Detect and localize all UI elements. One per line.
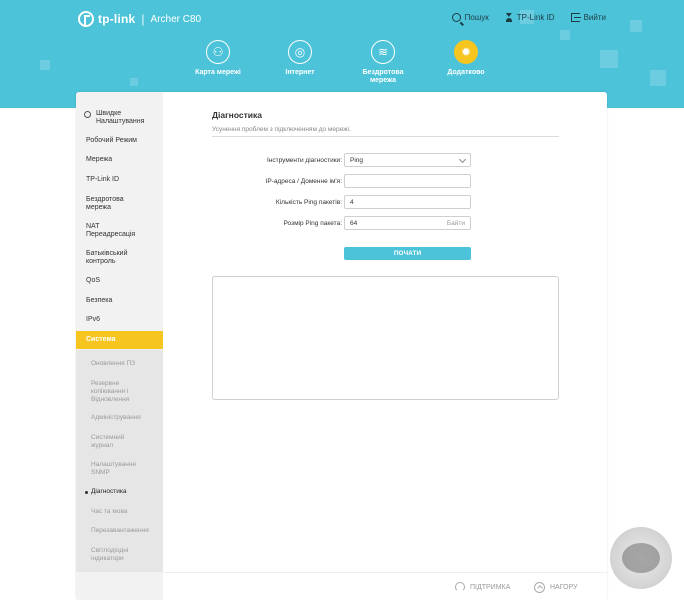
- ping-size-input[interactable]: 64 Байти: [344, 216, 471, 230]
- sidebar-item-label: IPv6: [86, 316, 101, 323]
- sidebar-item-network[interactable]: Мережа: [76, 156, 163, 164]
- nav-label: Додатково: [447, 69, 485, 76]
- submenu-item-reboot[interactable]: Перезавантаження: [76, 527, 163, 535]
- submenu-item-label: Резервне копіювання і Відновлення: [91, 380, 130, 403]
- nav-advanced[interactable]: ✹ Додатково: [421, 40, 511, 77]
- nav-label: Бездротова мережа: [362, 69, 404, 84]
- submenu-item-label: Оновлення ПЗ: [91, 360, 136, 367]
- tp-link-id-link[interactable]: TP-Link ID: [505, 13, 555, 22]
- sidebar-item-system[interactable]: Система: [76, 331, 163, 349]
- nav-label: Інтернет: [285, 69, 315, 76]
- sidebar-item-label: Мережа: [86, 156, 113, 163]
- sidebar-item-label: QoS: [86, 277, 101, 284]
- ping-size-value: 64: [350, 220, 358, 227]
- sidebar-item-label: TP-Link ID: [86, 176, 120, 183]
- decor-pixel: [630, 20, 642, 32]
- ping-count-label: Кількість Ping пакетів:: [275, 199, 342, 206]
- diagnostic-tool-select[interactable]: Ping: [344, 153, 471, 167]
- diagnostic-output-box[interactable]: [212, 276, 559, 400]
- tp-link-id-label: TP-Link ID: [516, 13, 555, 22]
- submenu-item-label: Налаштування SNMP: [91, 461, 136, 476]
- sidebar-item-wireless[interactable]: Бездротова мережа: [76, 196, 136, 212]
- globe-icon: ◎: [288, 40, 312, 64]
- tool-label: Інструменти діагностики:: [267, 157, 342, 164]
- submenu-item-label: Системний журнал: [91, 434, 125, 449]
- chevron-down-icon: [458, 155, 467, 164]
- submenu-item-time-language[interactable]: Час та мова: [76, 508, 163, 516]
- submenu-item-backup-restore[interactable]: Резервне копіювання і Відновлення: [76, 380, 138, 404]
- sidebar-item-ipv6[interactable]: IPv6: [76, 316, 163, 324]
- sidebar-item-tp-link-id[interactable]: TP-Link ID: [76, 176, 163, 184]
- support-label: ПІДТРИМКА: [470, 583, 511, 591]
- submenu-item-label: Світлодіодні індикатори: [91, 547, 129, 562]
- back-to-top-label: НАГОРУ: [550, 584, 578, 591]
- tp-link-logo-icon: [78, 11, 94, 27]
- brand-logo: tp-link | Archer C80: [78, 11, 201, 27]
- submenu-item-label: Адміністрування: [91, 414, 141, 421]
- decor-pixel: [560, 30, 570, 40]
- footer: ПІДТРИМКА НАГОРУ: [163, 572, 607, 600]
- watermark-inner: [622, 543, 660, 573]
- back-to-top-link[interactable]: НАГОРУ: [534, 582, 578, 593]
- logout-link[interactable]: Вийти: [570, 13, 606, 22]
- brand-name: tp-link: [98, 12, 136, 26]
- nav-network-map[interactable]: ⚇ Карта мережі: [173, 40, 263, 77]
- main-nav: ⚇ Карта мережі ◎ Інтернет ≋ Бездротова м…: [0, 40, 684, 90]
- sidebar-item-label: Швидке Налаштування: [96, 110, 145, 125]
- model-name: Archer C80: [150, 13, 202, 25]
- watermark-logo: [610, 527, 672, 589]
- submenu-item-led[interactable]: Світлодіодні індикатори: [76, 547, 136, 563]
- title-divider: [212, 136, 559, 137]
- submenu-item-diagnostics[interactable]: Діагностика: [76, 488, 163, 496]
- arrow-up-icon: [534, 582, 545, 593]
- sidebar-item-parental-control[interactable]: Батьківський контроль: [76, 250, 138, 266]
- submenu-item-label: Час та мова: [91, 508, 128, 515]
- sidebar: Швидке Налаштування Робочий Режим Мережа…: [76, 92, 163, 600]
- sidebar-item-label: Робочий Режим: [86, 137, 137, 144]
- search-label: Пошук: [464, 13, 489, 22]
- ping-count-input[interactable]: [344, 195, 471, 209]
- logout-label: Вийти: [583, 13, 606, 22]
- search-icon: [451, 13, 461, 22]
- headset-icon: [455, 582, 465, 592]
- network-map-icon: ⚇: [206, 40, 230, 64]
- ping-size-label: Розмір Ping пакета:: [283, 220, 343, 227]
- ip-label: IP-адреса / Доменне ім'я:: [265, 178, 342, 185]
- sidebar-item-qos[interactable]: QoS: [76, 277, 163, 285]
- submenu-item-snmp[interactable]: Налаштування SNMP: [76, 461, 138, 477]
- sidebar-item-operation-mode[interactable]: Робочий Режим: [76, 137, 163, 145]
- gear-icon: ✹: [454, 40, 478, 64]
- sidebar-item-label: Батьківський контроль: [86, 250, 128, 265]
- submenu-item-label: Діагностика: [91, 488, 127, 495]
- submenu-item-label: Перезавантаження: [91, 527, 149, 534]
- sidebar-item-label: Бездротова мережа: [86, 196, 124, 211]
- logout-icon: [570, 13, 581, 22]
- main-panel: Швидке Налаштування Робочий Режим Мережа…: [76, 92, 607, 600]
- ip-domain-input[interactable]: [344, 174, 471, 188]
- sidebar-item-label: Безпека: [86, 297, 113, 304]
- sidebar-item-label: NAT Переадресація: [86, 223, 136, 238]
- sidebar-item-label: Система: [86, 336, 116, 343]
- page-subtitle: Усунення проблем з підключенням до мереж…: [212, 126, 351, 133]
- nav-internet[interactable]: ◎ Інтернет: [255, 40, 345, 77]
- top-links: Пошук TP-Link ID Вийти: [451, 13, 606, 22]
- submenu-item-firmware[interactable]: Оновлення ПЗ: [76, 360, 163, 368]
- ping-size-unit: Байти: [446, 220, 465, 227]
- account-icon: [505, 13, 513, 22]
- tool-value: Ping: [350, 157, 364, 164]
- support-link[interactable]: ПІДТРИМКА: [455, 582, 510, 592]
- sidebar-item-quick-setup[interactable]: Швидке Налаштування: [76, 110, 163, 126]
- sidebar-item-nat[interactable]: NAT Переадресація: [76, 223, 146, 239]
- quick-setup-icon: [84, 111, 91, 118]
- brand-separator: |: [141, 12, 145, 26]
- submenu-item-administration[interactable]: Адміністрування: [76, 414, 163, 422]
- sidebar-item-security[interactable]: Безпека: [76, 297, 163, 305]
- search-link[interactable]: Пошук: [451, 13, 489, 22]
- page-title: Діагностика: [212, 110, 262, 120]
- wifi-icon: ≋: [371, 40, 395, 64]
- start-button[interactable]: ПОЧАТИ: [344, 247, 471, 260]
- nav-wireless[interactable]: ≋ Бездротова мережа: [338, 40, 428, 85]
- submenu-item-system-log[interactable]: Системний журнал: [76, 434, 131, 450]
- nav-label: Карта мережі: [195, 69, 241, 76]
